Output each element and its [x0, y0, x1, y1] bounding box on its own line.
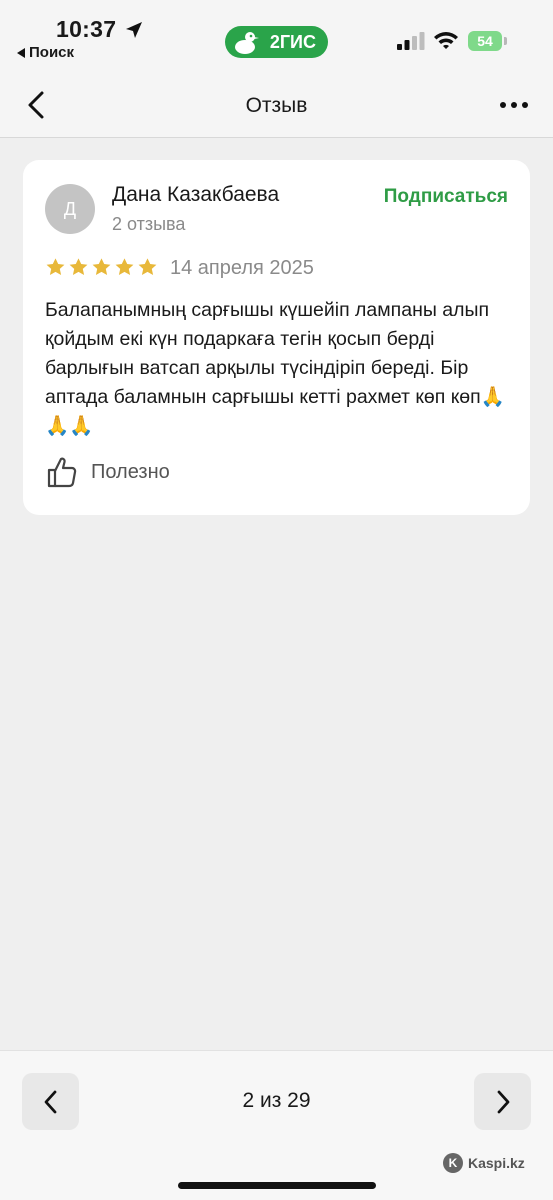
more-dots-icon[interactable] — [500, 102, 528, 108]
pager-bar: 2 из 29 K Kaspi.kz — [0, 1050, 553, 1200]
star-icon — [69, 258, 88, 276]
back-triangle-icon — [17, 47, 25, 58]
wifi-icon — [434, 32, 458, 49]
next-review-button[interactable] — [474, 1073, 531, 1130]
author-review-count: 2 отзыва — [112, 214, 186, 234]
brand-badge: 2ГИС — [225, 26, 328, 58]
review-text: Балапанымның сарғышы күшейіп лампаны алы… — [45, 299, 505, 437]
useful-label: Полезно — [91, 460, 170, 483]
chevron-right-icon — [497, 1090, 509, 1113]
back-to-app-link[interactable]: Поиск — [17, 44, 74, 61]
star-icon — [138, 258, 157, 276]
battery-nub — [504, 37, 507, 45]
author-name[interactable]: Дана Казакбаева — [112, 183, 279, 207]
watermark: K Kaspi.kz — [443, 1153, 525, 1173]
brand-bird-icon — [235, 32, 259, 54]
pager-position: 2 из 29 — [242, 1089, 311, 1112]
watermark-text: Kaspi.kz — [468, 1155, 525, 1171]
home-indicator[interactable] — [178, 1182, 376, 1189]
star-icon — [115, 258, 134, 276]
kaspi-logo-icon: K — [443, 1153, 463, 1173]
battery-level: 54 — [477, 33, 493, 49]
brand-label: 2ГИС — [269, 31, 316, 52]
signal-icon — [397, 32, 425, 50]
star-icon — [46, 258, 65, 276]
avatar-letter: Д — [63, 198, 77, 219]
avatar[interactable]: Д — [45, 184, 95, 234]
review-date: 14 апреля 2025 — [170, 257, 314, 279]
star-icon — [92, 258, 111, 276]
subscribe-button[interactable]: Подписаться — [384, 186, 508, 208]
rating-stars — [45, 257, 158, 278]
review-card: Д Дана Казакбаева 2 отзыва Подписаться 1… — [23, 160, 530, 515]
thumbs-up-icon — [47, 457, 77, 488]
back-app-label: Поиск — [29, 44, 75, 61]
useful-button[interactable]: Полезно — [47, 456, 170, 488]
battery-indicator: 54 — [468, 31, 502, 51]
location-arrow-icon — [126, 22, 142, 38]
status-time: 10:37 — [56, 16, 117, 42]
status-bar: 10:37 Поиск 2ГИС 54 — [0, 0, 553, 70]
nav-bar: Отзыв — [0, 70, 553, 138]
page-title: Отзыв — [245, 94, 308, 117]
